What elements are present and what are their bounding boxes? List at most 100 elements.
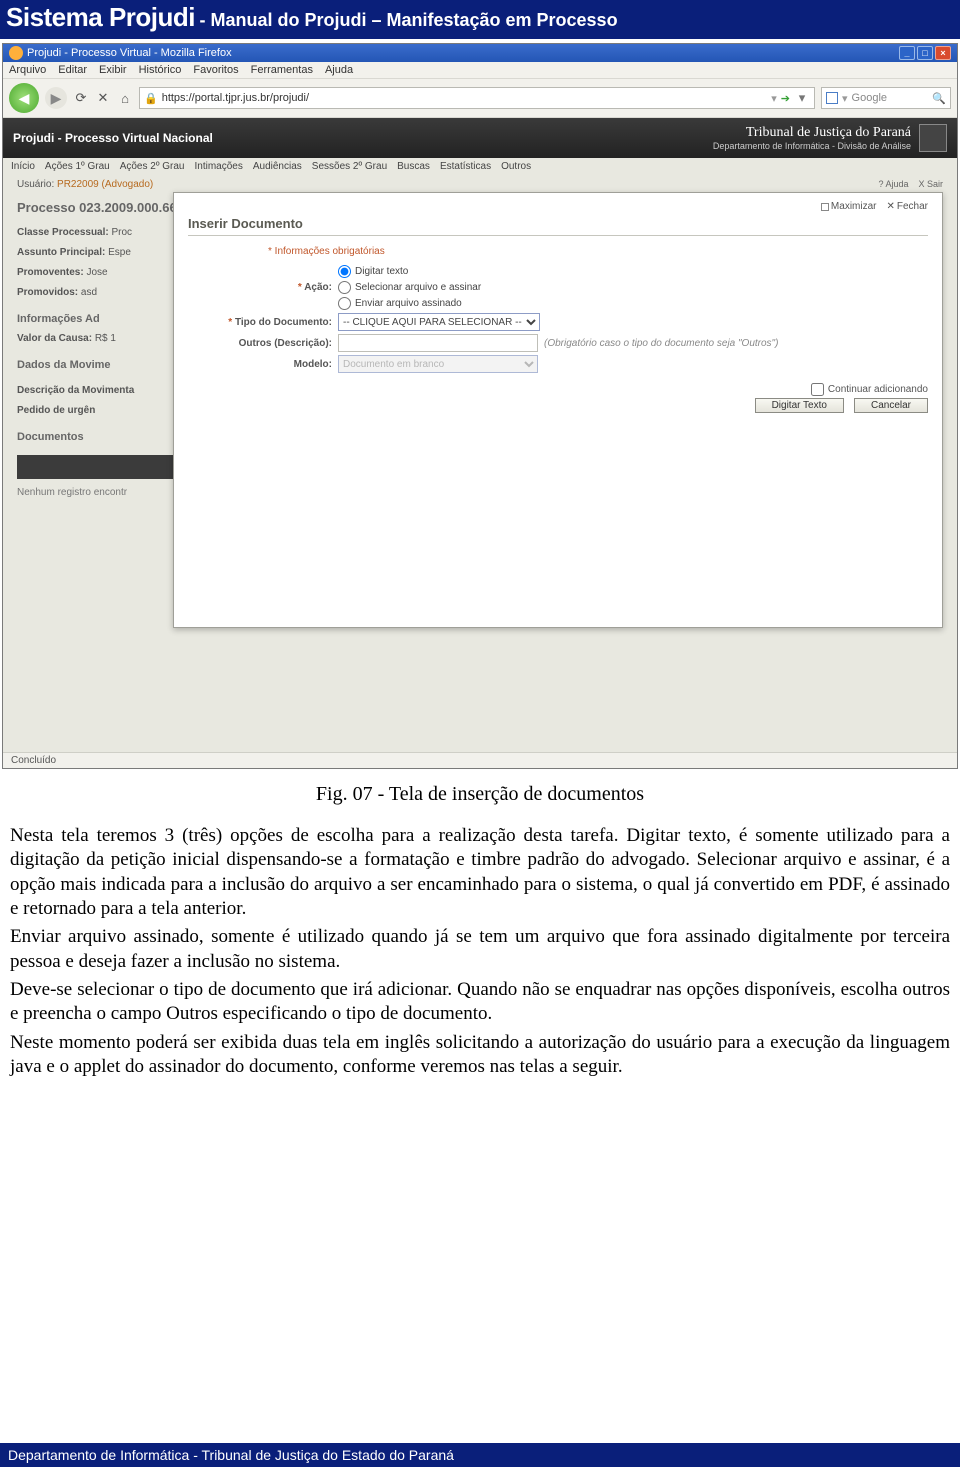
outros-note: (Obrigatório caso o tipo do documento se… bbox=[544, 338, 778, 349]
outros-descricao-input[interactable] bbox=[338, 334, 538, 352]
modal-buttons: Digitar Texto Cancelar bbox=[188, 398, 928, 413]
body-p3: Deve-se selecionar o tipo de documento q… bbox=[10, 978, 950, 1027]
exit-link[interactable]: X Sair bbox=[918, 179, 943, 189]
body-p2: Enviar arquivo assinado, somente é utili… bbox=[10, 925, 950, 974]
tipo-documento-select[interactable]: -- CLIQUE AQUI PARA SELECIONAR -- bbox=[338, 313, 540, 331]
acao-opt-enviar[interactable]: Enviar arquivo assinado bbox=[338, 297, 481, 310]
screenshot-container: Projudi - Processo Virtual - Mozilla Fir… bbox=[2, 43, 958, 769]
continuar-checkbox[interactable] bbox=[811, 383, 824, 396]
modal-title: Inserir Documento bbox=[188, 216, 928, 236]
firefox-toolbar: ◀ ▶ ⟳ ✕ ⌂ 🔒 https://portal.tjpr.jus.br/p… bbox=[3, 79, 957, 118]
figure-caption: Fig. 07 - Tela de inserção de documentos bbox=[0, 783, 960, 806]
modelo-select: Documento em branco bbox=[338, 355, 538, 373]
url-dropdown-icon[interactable]: ▾ bbox=[771, 92, 777, 105]
minimize-button[interactable]: _ bbox=[899, 46, 915, 60]
acao-opt-selecionar[interactable]: Selecionar arquivo e assinar bbox=[338, 281, 481, 294]
go-icon[interactable]: ➔ bbox=[781, 92, 790, 105]
doc-title-main: Sistema Projudi bbox=[6, 2, 195, 32]
doc-title-sub: Manual do Projudi – Manifestação em Proc… bbox=[210, 10, 617, 30]
menu-ajuda[interactable]: Ajuda bbox=[325, 64, 353, 76]
app-header: Projudi - Processo Virtual Nacional Trib… bbox=[3, 118, 957, 158]
nav-audiencias[interactable]: Audiências bbox=[253, 161, 302, 172]
window-title: Projudi - Processo Virtual - Mozilla Fir… bbox=[27, 47, 232, 59]
search-go-icon[interactable]: 🔍 bbox=[932, 92, 946, 105]
lock-icon: 🔒 bbox=[144, 92, 158, 105]
nav-outros[interactable]: Outros bbox=[501, 161, 531, 172]
close-window-button[interactable]: × bbox=[935, 46, 951, 60]
modal-close-label: Fechar bbox=[897, 201, 928, 212]
forward-button[interactable]: ▶ bbox=[45, 87, 67, 109]
menu-favoritos[interactable]: Favoritos bbox=[193, 64, 238, 76]
acao-opt-digitar[interactable]: Digitar texto bbox=[338, 265, 481, 278]
acao-label: Ação: bbox=[304, 282, 332, 293]
app-nav: Início Ações 1º Grau Ações 2º Grau Intim… bbox=[3, 158, 957, 175]
home-icon[interactable]: ⌂ bbox=[117, 90, 133, 106]
valor-value: R$ 1 bbox=[95, 333, 116, 344]
doc-title-dash: - bbox=[199, 10, 210, 30]
stop-icon[interactable]: ✕ bbox=[95, 90, 111, 106]
nav-buscas[interactable]: Buscas bbox=[397, 161, 430, 172]
tipo-label: Tipo do Documento: bbox=[235, 317, 332, 328]
nav-acoes1[interactable]: Ações 1º Grau bbox=[45, 161, 110, 172]
doc-title-bar: Sistema Projudi - Manual do Projudi – Ma… bbox=[0, 0, 960, 39]
url-extra-icon[interactable]: ▾ bbox=[794, 90, 810, 106]
acao-radio-selecionar[interactable] bbox=[338, 281, 351, 294]
digitar-texto-button[interactable]: Digitar Texto bbox=[755, 398, 844, 413]
app-org-block: Tribunal de Justiça do Paraná Departamen… bbox=[713, 124, 947, 152]
pedido-label: Pedido de urgên bbox=[17, 405, 95, 416]
app-org-dept: Departamento de Informática - Divisão de… bbox=[713, 141, 911, 151]
reload-icon[interactable]: ⟳ bbox=[73, 90, 89, 106]
menu-editar[interactable]: Editar bbox=[58, 64, 87, 76]
nav-sessoes[interactable]: Sessões 2º Grau bbox=[312, 161, 387, 172]
firefox-icon bbox=[9, 46, 23, 60]
continuar-checkbox-wrap[interactable]: Continuar adicionando bbox=[811, 383, 928, 396]
user-label: Usuário: bbox=[17, 179, 54, 190]
nav-intimacoes[interactable]: Intimações bbox=[195, 161, 243, 172]
cancelar-button[interactable]: Cancelar bbox=[854, 398, 928, 413]
modal-maximize[interactable]: Maximizar bbox=[821, 201, 877, 212]
nav-inicio[interactable]: Início bbox=[11, 161, 35, 172]
desc-mov-label: Descrição da Movimenta bbox=[17, 385, 134, 396]
acao-radiogroup: Digitar texto Selecionar arquivo e assin… bbox=[338, 265, 481, 310]
assunto-label: Assunto Principal: bbox=[17, 247, 105, 258]
menu-historico[interactable]: Histórico bbox=[139, 64, 182, 76]
user-info-row: Usuário: PR22009 (Advogado) ? Ajuda X Sa… bbox=[3, 175, 957, 192]
modal-close[interactable]: ✕Fechar bbox=[886, 201, 928, 212]
browser-statusbar: Concluído bbox=[3, 752, 957, 768]
modal-maximize-label: Maximizar bbox=[831, 201, 877, 212]
acao-radio-digitar[interactable] bbox=[338, 265, 351, 278]
promovidos-value: asd bbox=[81, 287, 97, 298]
valor-label: Valor da Causa: bbox=[17, 333, 92, 344]
google-icon bbox=[826, 92, 838, 104]
promovidos-label: Promovidos: bbox=[17, 287, 78, 298]
nav-acoes2[interactable]: Ações 2º Grau bbox=[120, 161, 185, 172]
outros-label: Outros (Descrição): bbox=[239, 338, 332, 349]
promoventes-label: Promoventes: bbox=[17, 267, 84, 278]
body-text: Nesta tela teremos 3 (três) opções de es… bbox=[0, 824, 960, 1123]
classe-value: Proc bbox=[112, 227, 133, 238]
back-button[interactable]: ◀ bbox=[9, 83, 39, 113]
menu-exibir[interactable]: Exibir bbox=[99, 64, 127, 76]
coat-of-arms-icon bbox=[919, 124, 947, 152]
url-text: https://portal.tjpr.jus.br/projudi/ bbox=[162, 92, 309, 104]
firefox-titlebar: Projudi - Processo Virtual - Mozilla Fir… bbox=[3, 44, 957, 62]
search-dd-icon[interactable]: ▾ bbox=[842, 92, 848, 105]
maximize-button[interactable]: □ bbox=[917, 46, 933, 60]
help-link[interactable]: ? Ajuda bbox=[878, 179, 908, 189]
app-org-name: Tribunal de Justiça do Paraná bbox=[713, 125, 911, 141]
acao-opt-digitar-label: Digitar texto bbox=[355, 266, 408, 277]
menu-ferramentas[interactable]: Ferramentas bbox=[251, 64, 313, 76]
insert-document-modal: Maximizar ✕Fechar Inserir Documento * In… bbox=[173, 192, 943, 628]
menu-arquivo[interactable]: Arquivo bbox=[9, 64, 46, 76]
browser-search[interactable]: ▾ Google 🔍 bbox=[821, 87, 951, 109]
nav-estatisticas[interactable]: Estatísticas bbox=[440, 161, 491, 172]
acao-radio-enviar[interactable] bbox=[338, 297, 351, 310]
body-p4: Neste momento poderá ser exibida duas te… bbox=[10, 1031, 950, 1080]
acao-opt-enviar-label: Enviar arquivo assinado bbox=[355, 298, 462, 309]
search-placeholder: Google bbox=[852, 92, 887, 104]
required-note: * Informações obrigatórias bbox=[268, 246, 928, 257]
address-bar[interactable]: 🔒 https://portal.tjpr.jus.br/projudi/ ▾ … bbox=[139, 87, 815, 109]
close-icon: ✕ bbox=[886, 201, 894, 212]
content-area: Processo 023.2009.000.666-1 Classe Proce… bbox=[3, 192, 957, 752]
modal-top-actions: Maximizar ✕Fechar bbox=[188, 201, 928, 212]
